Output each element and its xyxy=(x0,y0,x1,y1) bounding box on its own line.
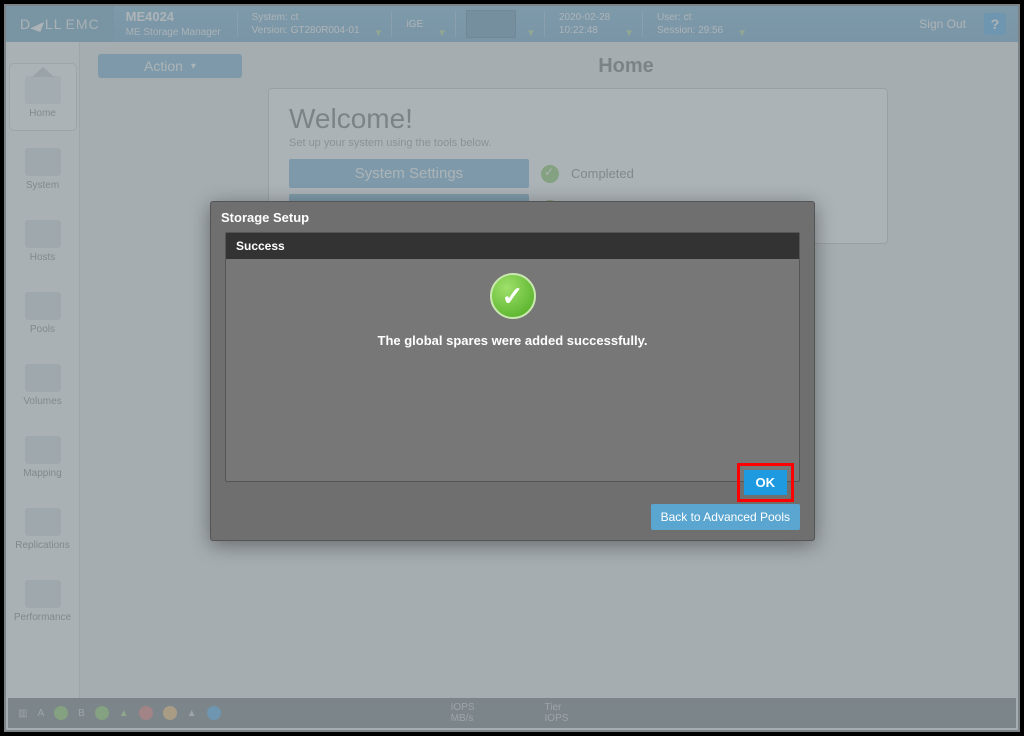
storage-setup-dialog: Storage Setup Back to Advanced Pools Suc… xyxy=(210,201,815,541)
storage-setup-dialog-title: Storage Setup xyxy=(211,202,814,233)
success-dialog-title: Success xyxy=(226,233,799,259)
success-check-icon: ✓ xyxy=(490,273,536,319)
ok-button-highlight: OK xyxy=(737,463,795,502)
success-message: The global spares were added successfull… xyxy=(378,333,648,348)
back-to-advanced-pools-button[interactable]: Back to Advanced Pools xyxy=(651,504,800,530)
success-dialog: Success ✓ The global spares were added s… xyxy=(225,232,800,482)
ok-button[interactable]: OK xyxy=(744,470,788,495)
